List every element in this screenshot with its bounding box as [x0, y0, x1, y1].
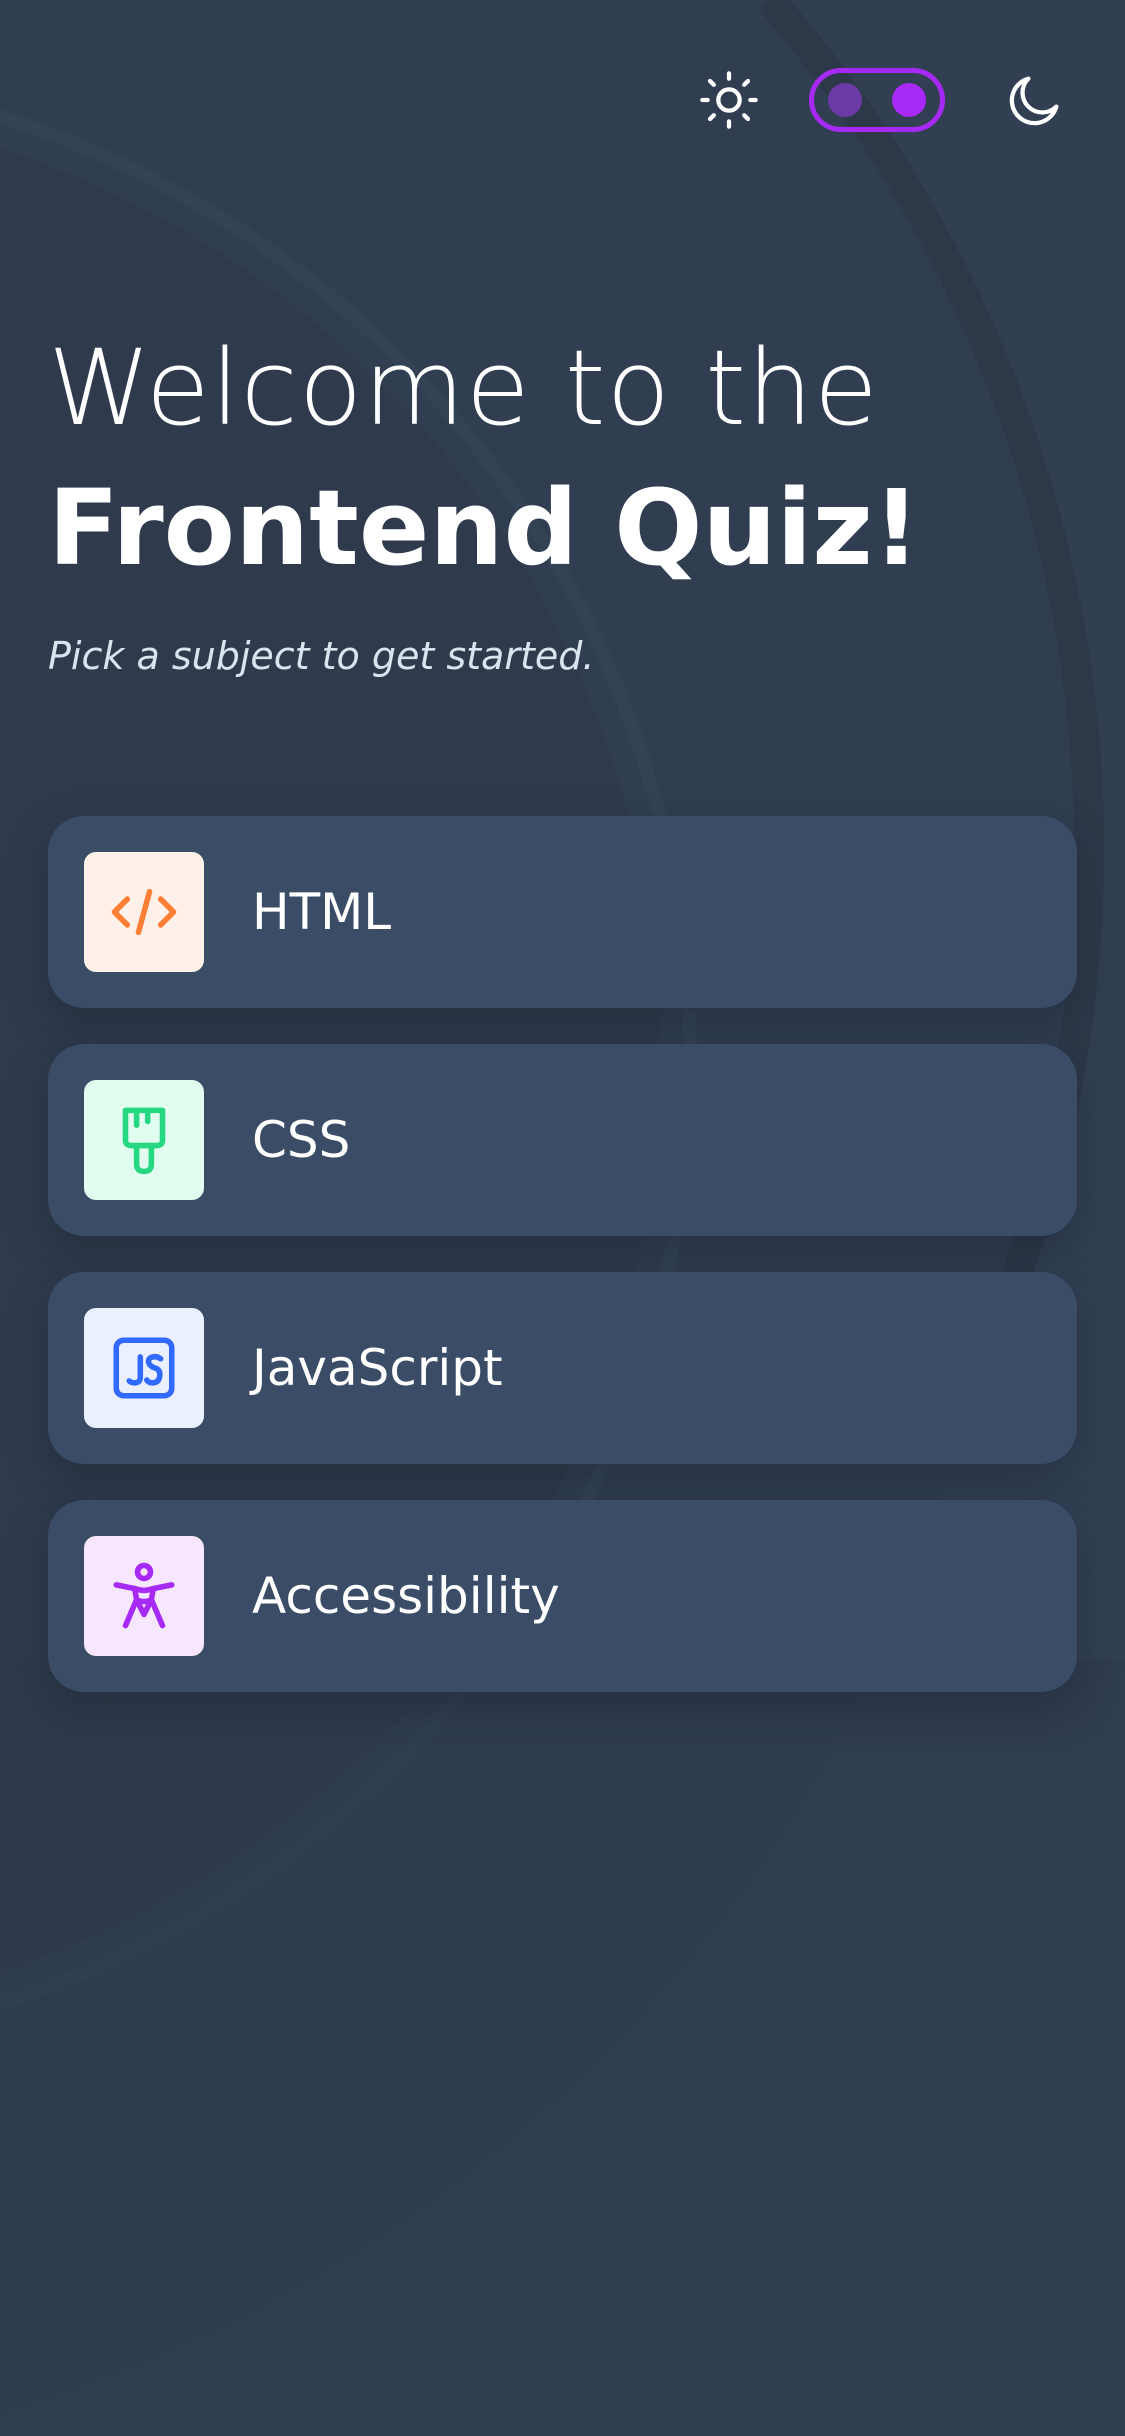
subject-label: Accessibility — [252, 1567, 560, 1625]
subject-button-css[interactable]: CSS — [48, 1044, 1077, 1236]
theme-toggle[interactable] — [809, 68, 945, 132]
subject-button-html[interactable]: HTML — [48, 816, 1077, 1008]
quiz-title: Frontend Quiz! — [48, 467, 921, 589]
theme-switcher — [697, 68, 1067, 132]
subtitle: Pick a subject to get started. — [48, 634, 595, 678]
subject-button-javascript[interactable]: JavaScript — [48, 1272, 1077, 1464]
subject-list: HTML CSS JavaScript Accessibility — [48, 816, 1077, 1728]
js-icon — [113, 1337, 175, 1399]
subject-label: CSS — [252, 1111, 351, 1169]
welcome-heading: Welcome to the — [48, 327, 879, 449]
code-icon — [111, 888, 177, 936]
sun-icon — [700, 71, 758, 129]
moon-icon — [1009, 76, 1059, 126]
toggle-knob-dark — [892, 83, 926, 117]
subject-label: JavaScript — [252, 1339, 503, 1397]
subject-icon-tile — [84, 1308, 204, 1428]
subject-button-accessibility[interactable]: Accessibility — [48, 1500, 1077, 1692]
subject-icon-tile — [84, 852, 204, 972]
subject-icon-tile — [84, 1536, 204, 1656]
subject-label: HTML — [252, 883, 392, 941]
paintbrush-icon — [122, 1107, 166, 1175]
intro: Welcome to the Frontend Quiz! Pick a sub… — [48, 318, 920, 678]
accessibility-icon — [113, 1562, 175, 1629]
subject-icon-tile — [84, 1080, 204, 1200]
toggle-knob-light — [828, 83, 862, 117]
